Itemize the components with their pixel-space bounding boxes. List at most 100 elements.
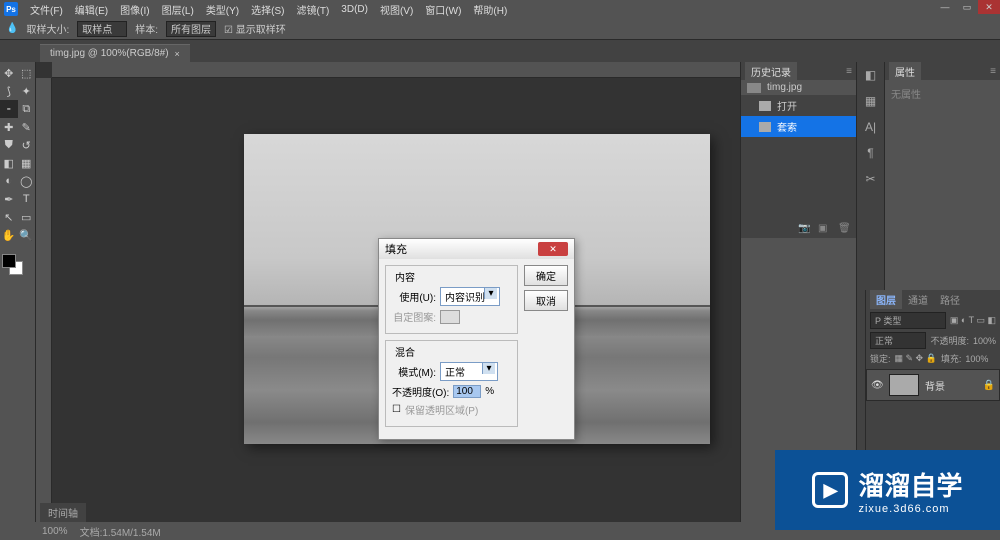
styles-panel-icon[interactable]: ✂ — [862, 170, 880, 188]
dialog-title-text: 填充 — [385, 241, 407, 257]
blur-tool[interactable]: ◐ — [0, 172, 18, 190]
layer-kind-filter[interactable]: P 类型 — [870, 312, 946, 329]
maximize-button[interactable]: ▭ — [956, 0, 978, 14]
content-fieldset: 内容 使用(U): 内容识别 自定图案: — [385, 265, 518, 334]
menu-file[interactable]: 文件(F) — [24, 2, 69, 17]
marquee-tool[interactable]: ⬚ — [18, 64, 36, 82]
layers-tab[interactable]: 图层 — [870, 290, 902, 309]
menu-3d[interactable]: 3D(D) — [335, 4, 374, 15]
crop-tool[interactable]: ⧉ — [18, 100, 36, 118]
zoom-level[interactable]: 100% — [42, 526, 68, 537]
timeline-tab[interactable]: 时间轴 — [40, 503, 86, 522]
fill-dialog: 填充 ✕ 内容 使用(U): 内容识别 自定图案: — [378, 238, 575, 440]
opacity-label: 不透明度(O): — [392, 384, 449, 399]
history-doc-entry[interactable]: timg.jpg — [741, 80, 856, 95]
hand-tool[interactable]: ✋ — [0, 226, 18, 244]
wand-tool[interactable]: ✦ — [18, 82, 36, 100]
opacity-input[interactable]: 100 — [453, 385, 481, 398]
dodge-tool[interactable]: ◯ — [18, 172, 36, 190]
color-panel-icon[interactable]: ◧ — [862, 66, 880, 84]
stamp-tool[interactable]: ⛊ — [0, 136, 18, 154]
mode-dropdown[interactable]: 正常 — [440, 362, 498, 381]
visibility-icon[interactable]: 👁 — [871, 380, 883, 391]
ruler-vertical — [36, 78, 52, 522]
history-tab[interactable]: 历史记录 — [745, 62, 797, 81]
para-panel-icon[interactable]: ¶ — [862, 144, 880, 162]
use-dropdown[interactable]: 内容识别 — [440, 287, 500, 306]
lasso-tool[interactable]: ⟆ — [0, 82, 18, 100]
history-thumb-icon — [747, 83, 761, 93]
doc-info[interactable]: 文档:1.54M/1.54M — [80, 524, 161, 539]
menu-window[interactable]: 窗口(W) — [419, 2, 467, 17]
swatches-panel-icon[interactable]: ▦ — [862, 92, 880, 110]
type-tool[interactable]: T — [18, 190, 36, 208]
channels-tab[interactable]: 通道 — [902, 290, 934, 309]
history-brush-tool[interactable]: ↺ — [18, 136, 36, 154]
show-ring-checkbox[interactable]: ☑ 显示取样环 — [224, 21, 286, 36]
snapshot-icon[interactable]: 📷 — [798, 223, 812, 235]
menu-view[interactable]: 视图(V) — [374, 2, 419, 17]
close-tab-icon[interactable]: × — [175, 49, 180, 59]
open-step-icon — [759, 101, 771, 111]
close-button[interactable]: ✕ — [978, 0, 1000, 14]
eraser-tool[interactable]: ◧ — [0, 154, 18, 172]
lock-icon: 🔒 — [983, 380, 995, 391]
options-bar: 💧 取样大小: 取样点 样本: 所有图层 ☑ 显示取样环 — [0, 18, 1000, 40]
custom-pattern-label: 自定图案: — [392, 309, 436, 324]
trash-icon[interactable]: 🗑 — [838, 223, 852, 235]
layer-name: 背景 — [925, 378, 945, 393]
heal-tool[interactable]: ✚ — [0, 118, 18, 136]
fill-value[interactable]: 100% — [965, 354, 988, 364]
fill-label: 填充: — [941, 352, 962, 365]
blend-mode-dropdown[interactable]: 正常 — [870, 332, 926, 349]
properties-tab[interactable]: 属性 — [889, 62, 921, 81]
mode-label: 模式(M): — [392, 364, 436, 379]
menu-select[interactable]: 选择(S) — [245, 2, 290, 17]
dialog-titlebar[interactable]: 填充 ✕ — [379, 239, 574, 259]
menu-image[interactable]: 图像(I) — [114, 2, 155, 17]
history-step-open[interactable]: 打开 — [741, 95, 856, 116]
color-swatches[interactable] — [0, 254, 35, 278]
sample-size-dropdown[interactable]: 取样点 — [77, 21, 127, 37]
cancel-button[interactable]: 取消 — [524, 290, 568, 311]
history-doc-name: timg.jpg — [767, 82, 802, 93]
document-tab-bar: timg.jpg @ 100%(RGB/8#) × — [0, 40, 1000, 62]
props-menu-icon[interactable]: ≡ — [990, 66, 996, 77]
dialog-close-button[interactable]: ✕ — [538, 242, 568, 256]
char-panel-icon[interactable]: A| — [862, 118, 880, 136]
pen-tool[interactable]: ✒ — [0, 190, 18, 208]
status-bar: 100% 文档:1.54M/1.54M — [36, 522, 740, 540]
menu-filter[interactable]: 滤镜(T) — [291, 2, 336, 17]
menu-edit[interactable]: 编辑(E) — [69, 2, 114, 17]
watermark: ▶ 溜溜自学 zixue.3d66.com — [775, 450, 1000, 530]
opacity-unit: % — [485, 386, 494, 397]
preserve-checkbox[interactable]: ☐ — [392, 404, 401, 415]
minimize-button[interactable]: — — [934, 0, 956, 14]
ok-button[interactable]: 确定 — [524, 265, 568, 286]
layer-background[interactable]: 👁 背景 🔒 — [866, 369, 1000, 401]
zoom-tool[interactable]: 🔍 — [18, 226, 36, 244]
move-tool[interactable]: ✥ — [0, 64, 18, 82]
menu-type[interactable]: 类型(Y) — [200, 2, 245, 17]
menu-layer[interactable]: 图层(L) — [156, 2, 200, 17]
document-tab[interactable]: timg.jpg @ 100%(RGB/8#) × — [40, 44, 190, 62]
history-step-lasso[interactable]: 套索 — [741, 116, 856, 137]
panel-menu-icon[interactable]: ≡ — [846, 66, 852, 77]
pattern-swatch — [440, 310, 460, 324]
paths-tab[interactable]: 路径 — [934, 290, 966, 309]
document-tab-title: timg.jpg @ 100%(RGB/8#) — [50, 48, 169, 59]
new-state-icon[interactable]: ▣ — [818, 223, 832, 235]
eyedropper-tool[interactable]: ⁃ — [0, 100, 18, 118]
shape-tool[interactable]: ▭ — [18, 208, 36, 226]
brush-tool[interactable]: ✎ — [18, 118, 36, 136]
sample-dropdown[interactable]: 所有图层 — [166, 21, 216, 37]
properties-body: 无属性 — [885, 80, 1000, 107]
gradient-tool[interactable]: ▦ — [18, 154, 36, 172]
history-panel: timg.jpg 打开 套索 — [741, 80, 856, 220]
eyedropper-icon: 💧 — [6, 23, 18, 34]
path-tool[interactable]: ↖ — [0, 208, 18, 226]
layer-opacity-value[interactable]: 100% — [973, 336, 996, 346]
menu-help[interactable]: 帮助(H) — [467, 2, 513, 17]
lock-label: 锁定: — [870, 352, 891, 365]
fg-color-swatch[interactable] — [2, 254, 16, 268]
